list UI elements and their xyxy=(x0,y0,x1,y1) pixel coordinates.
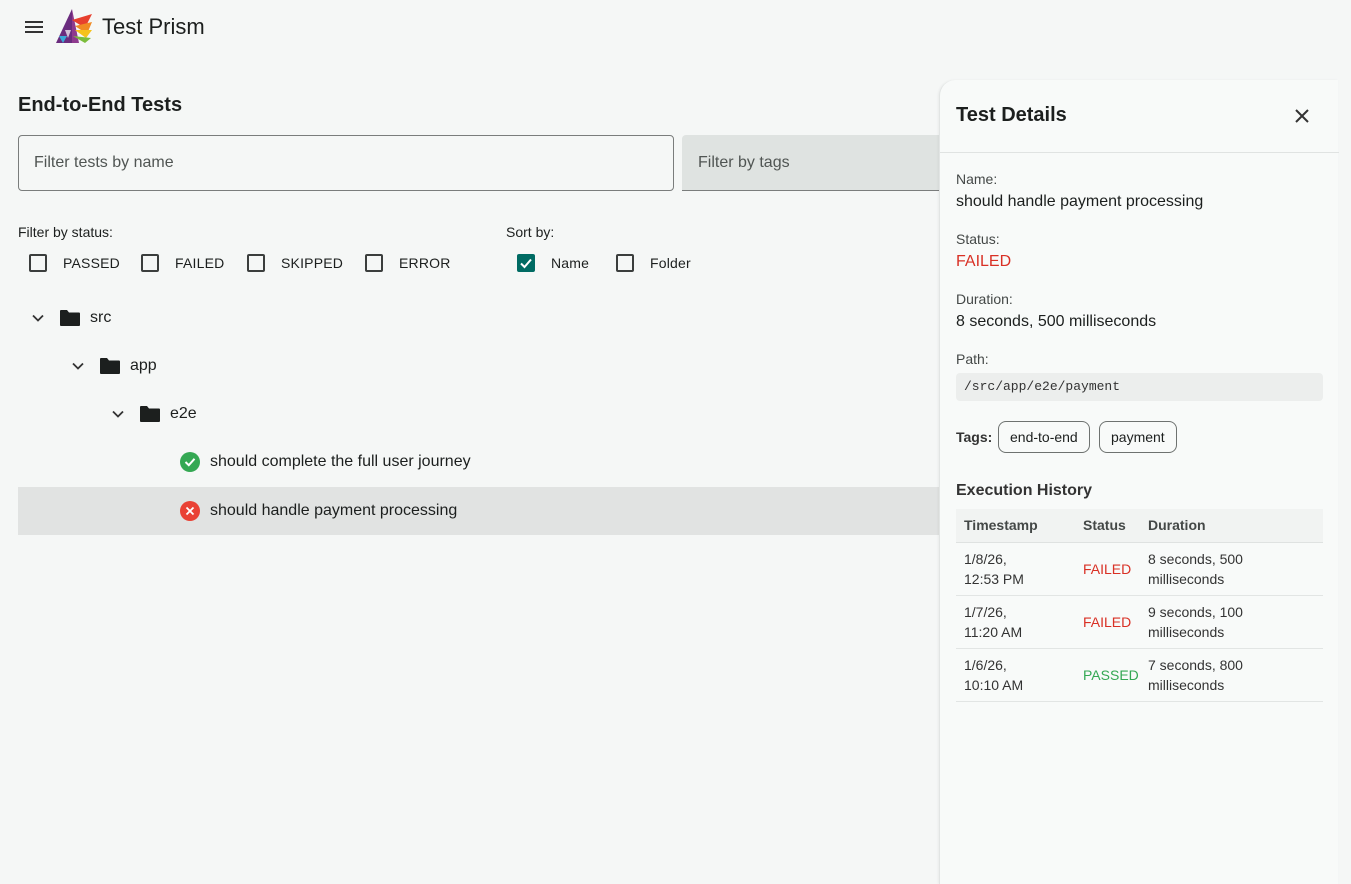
tag-chip[interactable]: payment xyxy=(1099,421,1177,453)
duration-line: milliseconds xyxy=(1148,623,1225,640)
table-header-row: Timestamp Status Duration xyxy=(956,509,1323,543)
panel-title: Test Details xyxy=(956,104,1067,126)
tree-folder-app[interactable]: app xyxy=(18,342,940,390)
folder-icon xyxy=(60,310,80,326)
close-icon[interactable] xyxy=(1292,106,1312,126)
execution-history-table: Timestamp Status Duration 1/8/26, 12:53 P… xyxy=(956,509,1323,702)
duration-label: Duration: xyxy=(956,291,1013,307)
path-value: /src/app/e2e/payment xyxy=(956,373,1323,401)
checkbox-label: SKIPPED xyxy=(281,255,344,271)
duration-line: 8 seconds, 500 xyxy=(1148,550,1243,567)
table-row: 1/8/26, 12:53 PM FAILED 8 seconds, 500 mil… xyxy=(956,542,1323,596)
status-cell: PASSED xyxy=(1075,648,1140,702)
duration-cell: 8 seconds, 500 milliseconds xyxy=(1140,542,1323,596)
checkbox-label: Name xyxy=(551,255,590,271)
timestamp-time: 10:10 AM xyxy=(964,676,1024,693)
tag-chip[interactable]: end-to-end xyxy=(998,421,1090,453)
tree-test-row[interactable]: should complete the full user journey xyxy=(18,438,940,486)
execution-history-title: Execution History xyxy=(956,482,1093,499)
checkbox-label: PASSED xyxy=(63,255,120,271)
name-filter-input[interactable] xyxy=(18,135,674,191)
tags-label: Tags: xyxy=(956,429,993,445)
timestamp-time: 11:20 AM xyxy=(964,623,1023,640)
duration-cell: 7 seconds, 800 milliseconds xyxy=(1140,648,1323,702)
status-filter-label: Filter by status: xyxy=(18,224,113,240)
column-header: Duration xyxy=(1140,509,1323,543)
checkbox-box[interactable] xyxy=(29,254,47,272)
tags-filter-input[interactable]: Filter by tags xyxy=(682,135,940,191)
tree-label: app xyxy=(130,357,157,374)
tree-label: src xyxy=(90,309,112,326)
timestamp-cell: 1/8/26, 12:53 PM xyxy=(956,542,1075,596)
page-title: End-to-End Tests xyxy=(18,94,183,116)
name-label: Name: xyxy=(956,171,998,187)
chevron-down-icon[interactable] xyxy=(70,358,86,374)
status-checkbox-skipped[interactable]: SKIPPED xyxy=(247,252,343,274)
status-checkbox-error[interactable]: ERROR xyxy=(365,252,451,274)
test-prism-logo xyxy=(56,9,92,43)
tree-folder-src[interactable]: src xyxy=(18,294,940,342)
app-bar: Test Prism xyxy=(0,0,1351,56)
status-label: Status: xyxy=(956,231,1000,247)
path-label: Path: xyxy=(956,351,989,367)
duration-line: milliseconds xyxy=(1148,570,1225,587)
checkbox-box[interactable] xyxy=(517,254,535,272)
menu-icon[interactable] xyxy=(22,17,46,39)
checkbox-box[interactable] xyxy=(365,254,383,272)
checkbox-label: ERROR xyxy=(399,255,451,271)
timestamp-cell: 1/6/26, 10:10 AM xyxy=(956,648,1075,702)
status-cell: FAILED xyxy=(1075,595,1140,649)
timestamp-time: 12:53 PM xyxy=(964,570,1024,587)
duration-value: 8 seconds, 500 milliseconds xyxy=(956,313,1157,330)
test-details-panel: Test Details Name: should handle payment… xyxy=(939,80,1339,884)
checkbox-box[interactable] xyxy=(247,254,265,272)
tree-folder-e2e[interactable]: e2e xyxy=(18,390,940,438)
tree-label: e2e xyxy=(170,405,197,422)
timestamp-date: 1/6/26, xyxy=(964,656,1007,673)
status-checkbox-passed[interactable]: PASSED xyxy=(29,252,120,274)
test-name: should handle payment processing xyxy=(210,502,458,519)
column-header: Timestamp xyxy=(956,509,1075,543)
timestamp-date: 1/8/26, xyxy=(964,550,1007,567)
chevron-down-icon[interactable] xyxy=(110,406,126,422)
status-value: FAILED xyxy=(956,253,1012,270)
tree-test-row-selected[interactable]: should handle payment processing xyxy=(18,487,940,535)
folder-icon xyxy=(140,406,160,422)
table-row: 1/6/26, 10:10 AM PASSED 7 seconds, 800 mil… xyxy=(956,648,1323,702)
timestamp-date: 1/7/26, xyxy=(964,603,1007,620)
error-circle-icon xyxy=(180,501,200,521)
divider xyxy=(940,152,1339,153)
checkbox-label: FAILED xyxy=(175,255,225,271)
sort-checkbox-folder[interactable]: Folder xyxy=(616,252,691,274)
chevron-down-icon[interactable] xyxy=(30,310,46,326)
folder-icon xyxy=(100,358,120,374)
checkbox-box[interactable] xyxy=(141,254,159,272)
status-cell: FAILED xyxy=(1075,542,1140,596)
check-circle-icon xyxy=(180,452,200,472)
test-name: should complete the full user journey xyxy=(210,453,471,470)
timestamp-cell: 1/7/26, 11:20 AM xyxy=(956,595,1075,649)
sort-label: Sort by: xyxy=(506,224,555,240)
duration-line: 9 seconds, 100 xyxy=(1148,603,1243,620)
sort-checkbox-name[interactable]: Name xyxy=(517,252,589,274)
name-value: should handle payment processing xyxy=(956,193,1204,210)
checkbox-label: Folder xyxy=(650,255,691,271)
check-icon xyxy=(520,258,532,269)
duration-cell: 9 seconds, 100 milliseconds xyxy=(1140,595,1323,649)
duration-line: milliseconds xyxy=(1148,676,1225,693)
app-title: Test Prism xyxy=(102,14,205,39)
table-row: 1/7/26, 11:20 AM FAILED 9 seconds, 100 mil… xyxy=(956,595,1323,649)
column-header: Status xyxy=(1075,509,1140,543)
duration-line: 7 seconds, 800 xyxy=(1148,656,1243,673)
checkbox-box[interactable] xyxy=(616,254,634,272)
status-checkbox-failed[interactable]: FAILED xyxy=(141,252,224,274)
